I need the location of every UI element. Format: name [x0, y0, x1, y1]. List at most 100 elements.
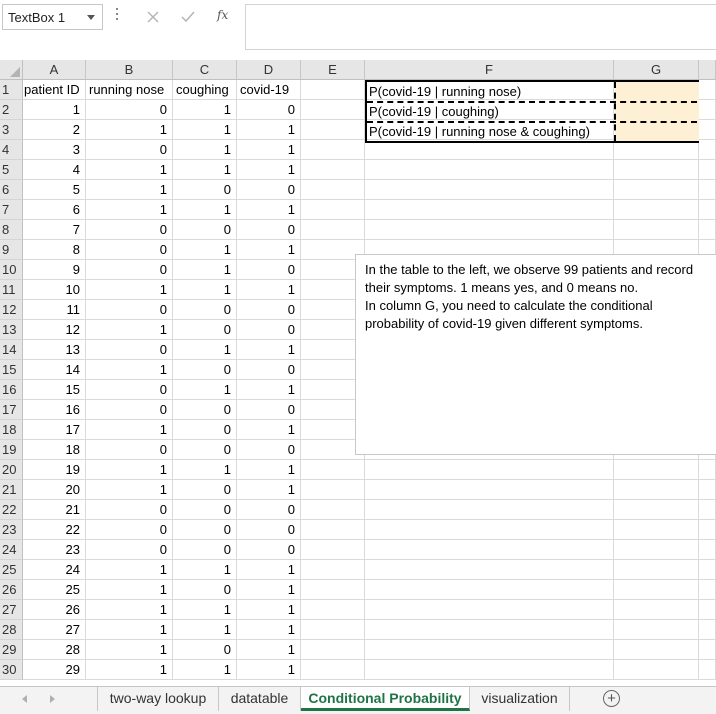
data-cell[interactable]: 1	[237, 580, 301, 600]
data-cell[interactable]: 1	[173, 460, 237, 480]
cell[interactable]	[699, 460, 716, 480]
cell[interactable]	[699, 180, 716, 200]
data-cell[interactable]: 0	[237, 520, 301, 540]
tab-datatable[interactable]: datatable	[219, 687, 301, 711]
data-cell[interactable]: 1	[173, 200, 237, 220]
data-cell[interactable]: 23	[23, 540, 86, 560]
data-cell[interactable]: 1	[86, 160, 173, 180]
row-header[interactable]: 21	[0, 480, 23, 500]
cell[interactable]	[301, 80, 365, 100]
cell[interactable]	[301, 580, 365, 600]
data-cell[interactable]: 0	[86, 380, 173, 400]
data-cell[interactable]: 0	[237, 100, 301, 120]
data-cell[interactable]: 1	[86, 620, 173, 640]
data-cell[interactable]: 1	[237, 240, 301, 260]
data-cell[interactable]: 0	[237, 220, 301, 240]
row-header[interactable]: 23	[0, 520, 23, 540]
data-cell[interactable]: 1	[173, 100, 237, 120]
cell[interactable]	[699, 500, 716, 520]
data-cell[interactable]: 1	[23, 100, 86, 120]
cell[interactable]	[365, 140, 614, 160]
data-cell[interactable]: 1	[173, 260, 237, 280]
cell[interactable]	[365, 540, 614, 560]
column-header-c[interactable]: C	[173, 60, 237, 80]
data-cell[interactable]: 1	[86, 200, 173, 220]
data-cell[interactable]: 0	[237, 260, 301, 280]
cell[interactable]	[614, 140, 699, 160]
data-cell[interactable]: 1	[237, 480, 301, 500]
probability-label[interactable]: P(covid-19 | coughing)	[369, 102, 499, 122]
data-cell[interactable]: 5	[23, 180, 86, 200]
data-cell[interactable]: 1	[173, 280, 237, 300]
data-cell[interactable]: 0	[173, 300, 237, 320]
data-cell[interactable]: 1	[237, 160, 301, 180]
cell[interactable]	[614, 540, 699, 560]
cell[interactable]	[365, 560, 614, 580]
row-header[interactable]: 27	[0, 600, 23, 620]
cell[interactable]	[614, 500, 699, 520]
data-cell[interactable]: 0	[173, 400, 237, 420]
row-header[interactable]: 15	[0, 360, 23, 380]
column-title-cell[interactable]: covid-19	[237, 80, 301, 100]
column-title-cell[interactable]: coughing	[173, 80, 237, 100]
data-cell[interactable]: 1	[86, 480, 173, 500]
data-cell[interactable]: 0	[237, 440, 301, 460]
cell[interactable]	[699, 480, 716, 500]
cell[interactable]	[614, 220, 699, 240]
data-cell[interactable]: 0	[173, 520, 237, 540]
data-cell[interactable]: 0	[237, 500, 301, 520]
cell[interactable]	[365, 180, 614, 200]
cell[interactable]	[699, 120, 716, 140]
data-cell[interactable]: 0	[86, 400, 173, 420]
data-cell[interactable]: 10	[23, 280, 86, 300]
cell[interactable]	[614, 600, 699, 620]
row-header[interactable]: 4	[0, 140, 23, 160]
row-header[interactable]: 25	[0, 560, 23, 580]
cell[interactable]	[614, 160, 699, 180]
data-cell[interactable]: 24	[23, 560, 86, 580]
chevron-down-icon[interactable]	[87, 15, 95, 20]
cell[interactable]	[699, 540, 716, 560]
column-title-cell[interactable]: running nose	[86, 80, 173, 100]
row-header[interactable]: 26	[0, 580, 23, 600]
column-header-e[interactable]: E	[301, 60, 365, 80]
row-header[interactable]: 16	[0, 380, 23, 400]
data-cell[interactable]: 9	[23, 260, 86, 280]
formula-input[interactable]	[245, 4, 716, 50]
data-cell[interactable]: 1	[86, 120, 173, 140]
cell[interactable]	[301, 620, 365, 640]
data-cell[interactable]: 1	[86, 460, 173, 480]
tab-conditional-probability[interactable]: Conditional Probability	[301, 687, 470, 711]
cell[interactable]	[699, 80, 716, 100]
cell[interactable]	[699, 580, 716, 600]
data-cell[interactable]: 1	[86, 640, 173, 660]
data-cell[interactable]: 12	[23, 320, 86, 340]
column-header-g[interactable]: G	[614, 60, 699, 80]
cell[interactable]	[301, 120, 365, 140]
data-cell[interactable]: 1	[173, 620, 237, 640]
data-cell[interactable]: 0	[86, 220, 173, 240]
data-cell[interactable]: 1	[237, 560, 301, 580]
row-header[interactable]: 10	[0, 260, 23, 280]
row-header[interactable]: 14	[0, 340, 23, 360]
cell[interactable]	[699, 640, 716, 660]
cell[interactable]	[365, 460, 614, 480]
cell[interactable]	[614, 560, 699, 580]
data-cell[interactable]: 22	[23, 520, 86, 540]
cell[interactable]	[365, 200, 614, 220]
data-cell[interactable]: 13	[23, 340, 86, 360]
data-cell[interactable]: 0	[173, 220, 237, 240]
data-cell[interactable]: 27	[23, 620, 86, 640]
cell[interactable]	[614, 640, 699, 660]
data-cell[interactable]: 1	[173, 160, 237, 180]
data-cell[interactable]: 16	[23, 400, 86, 420]
data-cell[interactable]: 0	[86, 140, 173, 160]
select-all-corner[interactable]	[0, 60, 23, 80]
insert-function-icon[interactable]: fx	[217, 8, 228, 22]
data-cell[interactable]: 0	[173, 540, 237, 560]
data-cell[interactable]: 21	[23, 500, 86, 520]
cell[interactable]	[301, 100, 365, 120]
data-cell[interactable]: 0	[86, 260, 173, 280]
cell[interactable]	[699, 660, 716, 680]
probability-label[interactable]: P(covid-19 | running nose)	[369, 82, 521, 102]
